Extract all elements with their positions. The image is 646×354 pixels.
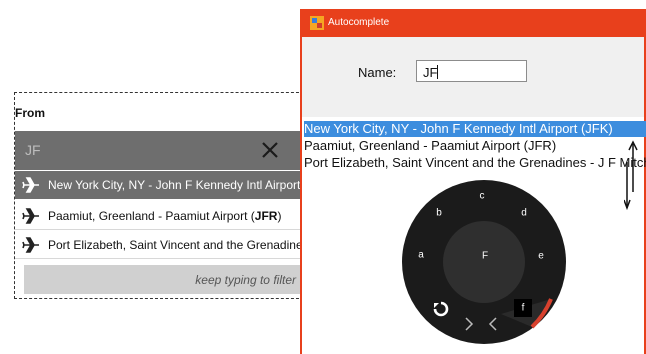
radial-center-key[interactable]: F — [482, 251, 488, 262]
result-label-prefix: Paamiut, Greenland - Paamiut Airport ( — [48, 209, 255, 223]
autocomplete-window: Autocomplete Name: JF New York City, NY … — [300, 9, 646, 354]
undo-icon[interactable] — [431, 299, 451, 319]
suggestion-item[interactable]: Paamiut, Greenland - Paamiut Airport (JF… — [304, 138, 646, 154]
window-title: Autocomplete — [328, 17, 390, 28]
airplane-icon — [22, 177, 39, 193]
suggestion-item[interactable]: Port Elizabeth, Saint Vincent and the Gr… — [304, 155, 646, 171]
result-label-match: JFR — [254, 209, 278, 223]
result-label-suffix: ) — [277, 209, 282, 223]
radial-key-e[interactable]: e — [538, 251, 544, 262]
radial-keyboard[interactable]: a b c d e F f — [401, 179, 568, 346]
result-label: Paamiut, Greenland - Paamiut Airport (JF… — [48, 209, 281, 223]
filter-hint: keep typing to filter — [195, 273, 296, 287]
name-label: Name: — [358, 65, 397, 80]
search-input[interactable]: JF — [25, 142, 41, 158]
radial-key-c[interactable]: c — [480, 191, 485, 202]
result-label: New York City, NY - John F Kennedy Intl … — [48, 178, 303, 192]
result-item[interactable]: Paamiut, Greenland - Paamiut Airport (JF… — [15, 202, 303, 230]
name-field-text: JF — [423, 65, 438, 80]
radial-keyboard-dial — [402, 180, 566, 344]
app-icon — [310, 16, 324, 30]
result-item[interactable]: Port Elizabeth, Saint Vincent and the Gr… — [15, 231, 304, 259]
filter-hint-bar: keep typing to filter — [24, 265, 303, 294]
radial-key-b[interactable]: b — [436, 208, 442, 219]
scroll-arrows-icon[interactable] — [624, 140, 638, 210]
radial-key-d[interactable]: d — [521, 208, 527, 219]
text-caret — [437, 65, 439, 79]
from-label: From — [15, 106, 45, 120]
title-bar[interactable]: Autocomplete — [302, 9, 646, 37]
chevron-left-icon[interactable] — [487, 316, 499, 332]
name-field[interactable]: JF — [416, 60, 527, 82]
result-label: Port Elizabeth, Saint Vincent and the Gr… — [48, 238, 304, 252]
airplane-icon — [22, 208, 39, 224]
flight-search-panel: From JF New York City, NY - John F Kenne… — [14, 92, 304, 299]
radial-corner-key[interactable]: f — [522, 303, 525, 314]
close-icon[interactable] — [257, 137, 283, 163]
name-field-value: JF — [423, 65, 439, 80]
chevron-right-icon[interactable] — [463, 316, 475, 332]
suggestion-item[interactable]: New York City, NY - John F Kennedy Intl … — [304, 121, 646, 137]
result-item[interactable]: New York City, NY - John F Kennedy Intl … — [15, 171, 303, 199]
radial-key-a[interactable]: a — [418, 250, 424, 261]
search-bar[interactable]: JF — [15, 131, 303, 170]
airplane-icon — [22, 237, 39, 253]
